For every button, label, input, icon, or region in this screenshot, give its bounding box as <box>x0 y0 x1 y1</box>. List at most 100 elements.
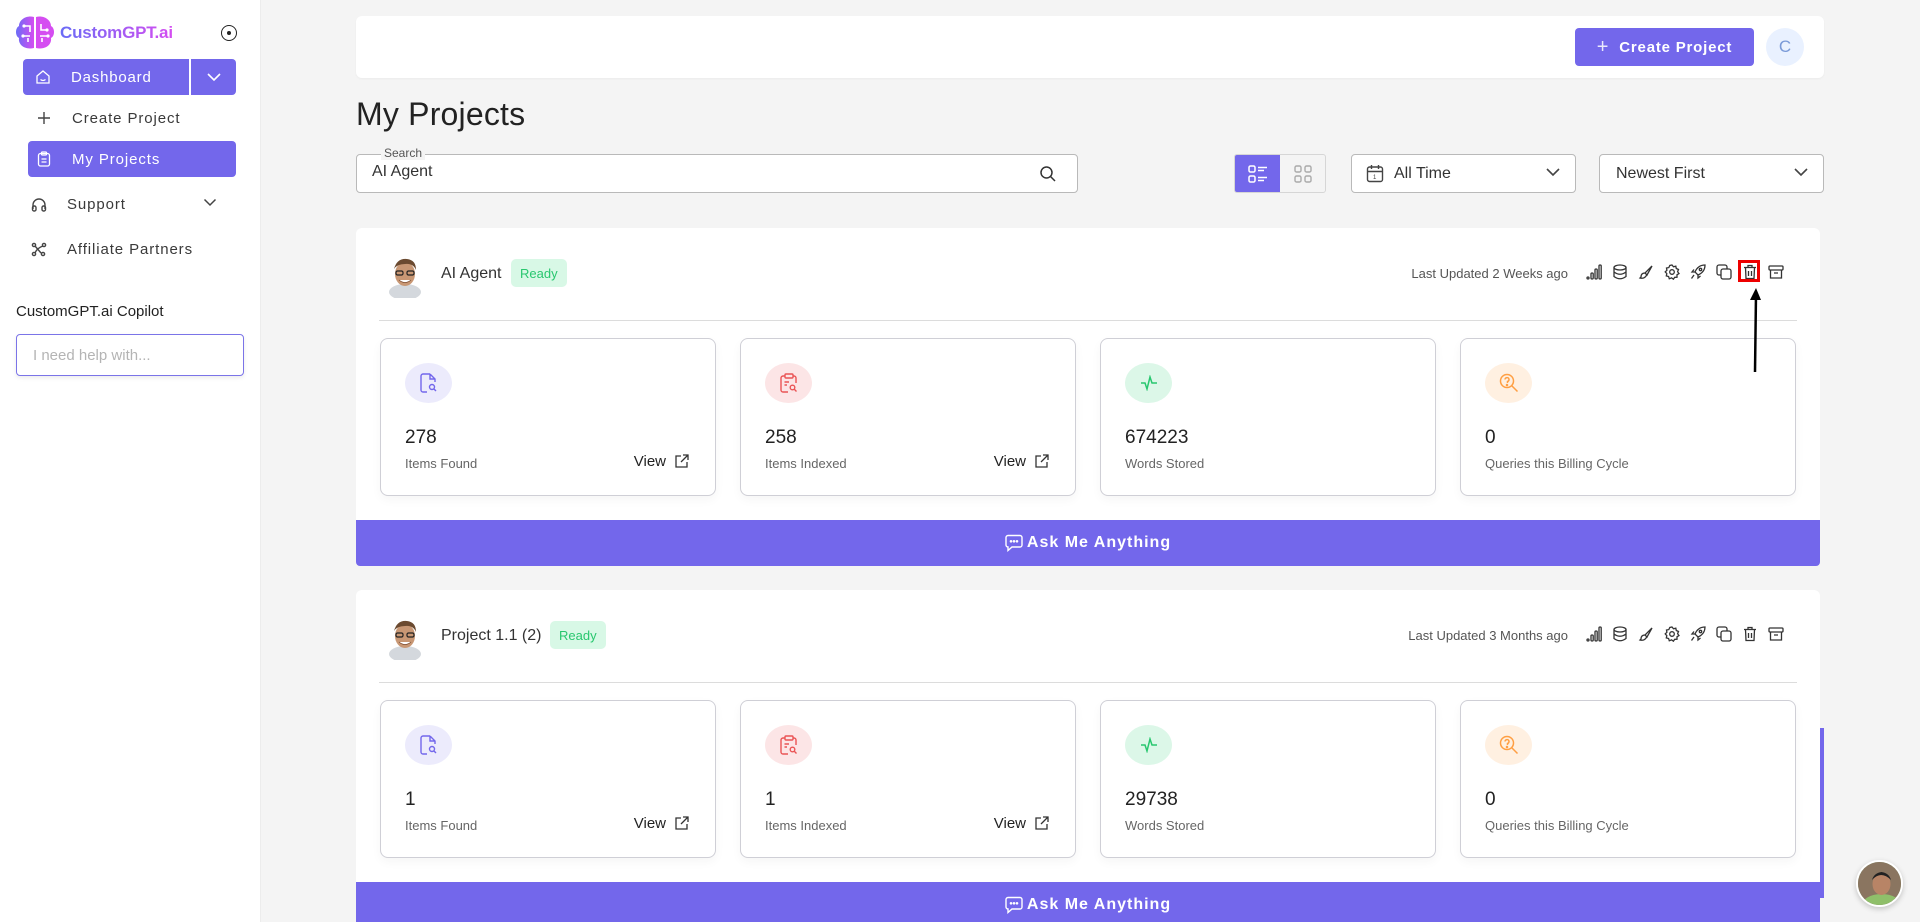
stat-queries: 0 Queries this Billing Cycle <box>1460 700 1796 858</box>
stat-icon-bg <box>1485 725 1532 765</box>
sidebar-collapse-toggle[interactable] <box>221 25 237 41</box>
database-icon <box>1613 264 1627 280</box>
stat-value: 258 <box>765 427 797 448</box>
view-items-found-link[interactable]: View <box>634 815 689 832</box>
duplicate-button[interactable] <box>1716 264 1732 280</box>
support-label: Support <box>67 195 126 213</box>
brand-name: CustomGPT.ai <box>60 23 173 42</box>
project-name[interactable]: Project 1.1 (2) <box>441 627 541 645</box>
create-project-button-label: Create Project <box>1619 38 1733 56</box>
copy-icon <box>1716 626 1732 642</box>
trash-icon <box>1744 626 1756 642</box>
stat-value: 0 <box>1485 427 1496 448</box>
archive-icon <box>1768 265 1784 279</box>
ask-me-anything-button[interactable]: Ask Me Anything <box>356 882 1820 922</box>
time-range-value: All Time <box>1394 164 1451 182</box>
sidebar-item-dashboard[interactable]: Dashboard <box>23 59 189 95</box>
plus-icon: + <box>1596 36 1610 58</box>
stat-items-found: 1 Items Found View <box>380 700 716 858</box>
grid-view-button[interactable] <box>1280 155 1325 192</box>
sidebar-item-affiliate-partners[interactable]: Affiliate Partners <box>23 231 231 267</box>
time-range-select[interactable]: 1 All Time <box>1351 154 1576 193</box>
deploy-button[interactable] <box>1690 626 1706 642</box>
copilot-title: CustomGPT.ai Copilot <box>16 303 164 320</box>
view-items-indexed-link[interactable]: View <box>994 453 1049 470</box>
personalize-button[interactable] <box>1638 626 1654 642</box>
project-actions <box>1586 626 1784 642</box>
search-icon[interactable] <box>1039 165 1057 183</box>
view-label: View <box>993 453 1026 470</box>
sidebar-item-support[interactable]: Support <box>23 186 231 222</box>
settings-button[interactable] <box>1664 626 1680 642</box>
project-stats: 1 Items Found View 1 Items Indexed View … <box>380 700 1796 858</box>
status-badge: Ready <box>550 621 606 649</box>
copilot-input-box <box>16 334 244 376</box>
delete-button[interactable] <box>1742 626 1758 642</box>
stat-value: 674223 <box>1125 427 1189 448</box>
search-legend: Search <box>381 146 426 160</box>
analytics-button[interactable] <box>1586 626 1602 642</box>
stat-items-indexed: 258 Items Indexed View <box>740 338 1076 496</box>
deploy-button[interactable] <box>1690 264 1706 280</box>
brand-logo[interactable]: CustomGPT.ai <box>14 14 244 52</box>
view-label: View <box>633 815 666 832</box>
personalize-button[interactable] <box>1638 264 1654 280</box>
chevron-down-icon <box>1546 168 1560 177</box>
archive-button[interactable] <box>1768 626 1784 642</box>
user-avatar[interactable]: C <box>1766 28 1804 66</box>
stat-queries: 0 Queries this Billing Cycle <box>1460 338 1796 496</box>
create-project-label: Create Project <box>72 109 181 127</box>
project-avatar <box>389 620 421 660</box>
archive-button[interactable] <box>1768 264 1784 280</box>
scrollbar-thumb[interactable] <box>1820 728 1824 898</box>
project-actions <box>1586 260 1784 282</box>
clipboard-search-icon <box>779 373 797 393</box>
analytics-button[interactable] <box>1586 264 1602 280</box>
list-view-button[interactable] <box>1235 155 1280 192</box>
copilot-input[interactable] <box>33 346 232 364</box>
dashboard-expand-button[interactable] <box>190 59 236 95</box>
search-input[interactable] <box>372 163 1012 181</box>
view-label: View <box>633 453 666 470</box>
svg-text:1: 1 <box>1373 175 1377 181</box>
delete-button[interactable] <box>1738 260 1760 282</box>
settings-button[interactable] <box>1664 264 1680 280</box>
sort-value: Newest First <box>1616 164 1705 182</box>
activity-icon <box>1140 737 1157 753</box>
support-chat-avatar[interactable] <box>1856 860 1903 907</box>
chevron-down-icon <box>206 73 221 82</box>
duplicate-button[interactable] <box>1716 626 1732 642</box>
sidebar-item-create-project[interactable]: Create Project <box>28 100 236 136</box>
stat-label: Items Indexed <box>765 456 847 471</box>
stat-label: Queries this Billing Cycle <box>1485 818 1629 833</box>
view-items-found-link[interactable]: View <box>634 453 689 470</box>
list-view-icon <box>1247 164 1267 183</box>
gear-icon <box>1664 626 1680 642</box>
trash-icon <box>1744 264 1756 280</box>
stat-items-found: 278 Items Found View <box>380 338 716 496</box>
create-project-button[interactable]: + Create Project <box>1575 28 1754 66</box>
view-label: View <box>993 815 1026 832</box>
external-link-icon <box>675 816 689 830</box>
ask-me-anything-button[interactable]: Ask Me Anything <box>356 520 1820 566</box>
chat-icon <box>1005 896 1023 914</box>
stat-value: 1 <box>405 789 416 810</box>
database-icon <box>1613 626 1627 642</box>
external-link-icon <box>1035 816 1049 830</box>
file-search-icon <box>419 373 436 393</box>
data-sources-button[interactable] <box>1612 626 1628 642</box>
view-items-indexed-link[interactable]: View <box>994 815 1049 832</box>
card-divider <box>379 320 1797 321</box>
sidebar-item-my-projects[interactable]: My Projects <box>28 141 236 177</box>
sort-select[interactable]: Newest First <box>1599 154 1824 193</box>
stat-words-stored: 29738 Words Stored <box>1100 700 1436 858</box>
calendar-icon: 1 <box>1366 165 1384 183</box>
stat-icon-bg <box>765 725 812 765</box>
plus-icon <box>36 110 52 126</box>
last-updated: Last Updated 3 Months ago <box>1408 628 1568 643</box>
dashboard-label: Dashboard <box>71 68 152 86</box>
stat-icon-bg <box>1485 363 1532 403</box>
data-sources-button[interactable] <box>1612 264 1628 280</box>
project-name[interactable]: AI Agent <box>441 265 502 283</box>
bar-chart-icon <box>1586 264 1602 280</box>
